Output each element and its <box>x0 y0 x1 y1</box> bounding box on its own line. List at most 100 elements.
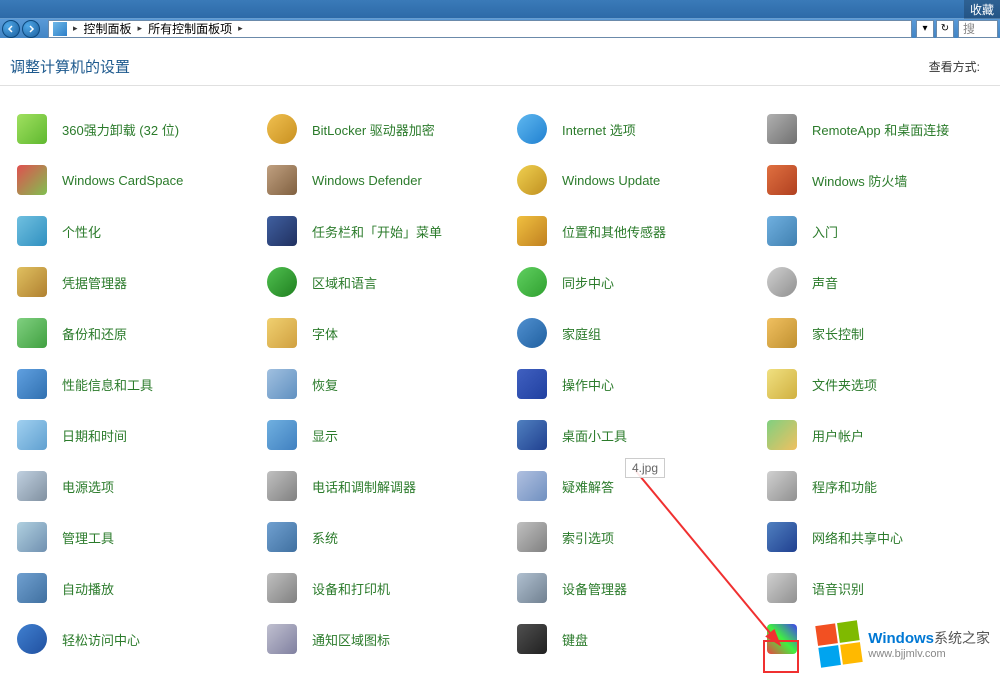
watermark: Windows系统之家 www.bjjmlv.com <box>818 623 990 665</box>
item-programs-features[interactable]: 程序和功能 <box>760 468 1000 504</box>
breadcrumb-bar[interactable]: ▸ 控制面板 ▸ 所有控制面板项 ▸ <box>48 20 912 38</box>
windows-logo-icon <box>816 620 863 667</box>
forward-button[interactable] <box>22 20 40 38</box>
item-sync-center[interactable]: 同步中心 <box>510 264 760 300</box>
item-cardspace[interactable]: Windows CardSpace <box>10 162 260 198</box>
item-cardspace-label: Windows CardSpace <box>62 173 183 188</box>
address-bar: ▸ 控制面板 ▸ 所有控制面板项 ▸ ▾ ↻ 搜 <box>0 18 1000 38</box>
item-gadgets[interactable]: 桌面小工具 <box>510 417 760 453</box>
item-backup-restore-icon <box>14 315 50 351</box>
search-input[interactable]: 搜 <box>958 20 998 38</box>
back-button[interactable] <box>2 20 20 38</box>
item-region-language-label: 区域和语言 <box>312 273 377 292</box>
item-speech-icon <box>764 570 800 606</box>
watermark-brand: Windows <box>868 630 934 647</box>
item-admin-tools[interactable]: 管理工具 <box>10 519 260 555</box>
item-display[interactable]: 显示 <box>260 417 510 453</box>
location-icon <box>53 22 67 36</box>
item-internet-options[interactable]: Internet 选项 <box>510 111 760 147</box>
item-sound[interactable]: 声音 <box>760 264 1000 300</box>
item-getting-started[interactable]: 入门 <box>760 213 1000 249</box>
item-credential-manager[interactable]: 凭据管理器 <box>10 264 260 300</box>
refresh-button[interactable]: ↻ <box>936 20 954 38</box>
address-dropdown-button[interactable]: ▾ <box>916 20 934 38</box>
item-location-sensors-label: 位置和其他传感器 <box>562 222 666 241</box>
item-recovery-label: 恢复 <box>312 375 338 394</box>
item-autoplay[interactable]: 自动播放 <box>10 570 260 606</box>
item-windows-update-label: Windows Update <box>562 173 660 188</box>
item-performance-label: 性能信息和工具 <box>62 375 153 394</box>
item-ease-of-access-label: 轻松访问中心 <box>62 630 140 649</box>
item-action-center[interactable]: 操作中心 <box>510 366 760 402</box>
item-system-label: 系统 <box>312 528 338 547</box>
item-region-language[interactable]: 区域和语言 <box>260 264 510 300</box>
item-phone-modem[interactable]: 电话和调制解调器 <box>260 468 510 504</box>
item-getting-started-label: 入门 <box>812 222 838 241</box>
favorites-button[interactable]: 收藏 <box>964 0 1000 19</box>
breadcrumb-all-items[interactable]: 所有控制面板项 <box>144 20 236 37</box>
breadcrumb-arrow-icon[interactable]: ▸ <box>136 23 145 34</box>
item-fonts-icon <box>264 315 300 351</box>
item-defender-label: Windows Defender <box>312 173 422 188</box>
item-network-sharing[interactable]: 网络和共享中心 <box>760 519 1000 555</box>
item-sync-center-icon <box>514 264 550 300</box>
breadcrumb-arrow-icon[interactable]: ▸ <box>236 23 245 34</box>
item-taskbar[interactable]: 任务栏和「开始」菜单 <box>260 213 510 249</box>
watermark-suffix: 系统之家 <box>934 630 990 646</box>
item-firewall[interactable]: Windows 防火墙 <box>760 162 1000 198</box>
item-folder-options[interactable]: 文件夹选项 <box>760 366 1000 402</box>
item-defender[interactable]: Windows Defender <box>260 162 510 198</box>
item-date-time[interactable]: 日期和时间 <box>10 417 260 453</box>
item-phone-modem-label: 电话和调制解调器 <box>312 477 416 496</box>
item-sync-center-label: 同步中心 <box>562 273 614 292</box>
item-power-options[interactable]: 电源选项 <box>10 468 260 504</box>
item-defender-icon <box>264 162 300 198</box>
item-system[interactable]: 系统 <box>260 519 510 555</box>
item-ease-of-access-icon <box>14 621 50 657</box>
item-360-uninstall-icon <box>14 111 50 147</box>
item-device-manager-label: 设备管理器 <box>562 579 627 598</box>
item-system-icon <box>264 519 300 555</box>
item-user-accounts-icon <box>764 417 800 453</box>
item-parental-controls-icon <box>764 315 800 351</box>
item-date-time-label: 日期和时间 <box>62 426 127 445</box>
item-location-sensors[interactable]: 位置和其他传感器 <box>510 213 760 249</box>
item-keyboard[interactable]: 键盘 <box>510 621 760 657</box>
item-notification-icons[interactable]: 通知区域图标 <box>260 621 510 657</box>
item-360-uninstall[interactable]: 360强力卸载 (32 位) <box>10 111 260 147</box>
item-recovery[interactable]: 恢复 <box>260 366 510 402</box>
item-remoteapp[interactable]: RemoteApp 和桌面连接 <box>760 111 1000 147</box>
item-devices-printers[interactable]: 设备和打印机 <box>260 570 510 606</box>
item-personalization-label: 个性化 <box>62 222 101 241</box>
item-autoplay-label: 自动播放 <box>62 579 114 598</box>
item-ease-of-access[interactable]: 轻松访问中心 <box>10 621 260 657</box>
item-gadgets-label: 桌面小工具 <box>562 426 627 445</box>
item-internet-options-icon <box>514 111 550 147</box>
view-mode-label[interactable]: 查看方式: <box>929 58 980 75</box>
item-indexing[interactable]: 索引选项 <box>510 519 760 555</box>
item-cardspace-icon <box>14 162 50 198</box>
breadcrumb-arrow-icon[interactable]: ▸ <box>71 23 80 34</box>
item-bitlocker[interactable]: BitLocker 驱动器加密 <box>260 111 510 147</box>
item-parental-controls[interactable]: 家长控制 <box>760 315 1000 351</box>
item-performance[interactable]: 性能信息和工具 <box>10 366 260 402</box>
item-autoplay-icon <box>14 570 50 606</box>
item-personalization-icon <box>14 213 50 249</box>
item-device-manager[interactable]: 设备管理器 <box>510 570 760 606</box>
item-homegroup[interactable]: 家庭组 <box>510 315 760 351</box>
item-user-accounts[interactable]: 用户帐户 <box>760 417 1000 453</box>
item-troubleshooting-label: 疑难解答 <box>562 477 614 496</box>
item-programs-features-label: 程序和功能 <box>812 477 877 496</box>
breadcrumb-control-panel[interactable]: 控制面板 <box>80 20 136 37</box>
item-personalization[interactable]: 个性化 <box>10 213 260 249</box>
item-notification-icons-label: 通知区域图标 <box>312 630 390 649</box>
item-programs-features-icon <box>764 468 800 504</box>
item-backup-restore[interactable]: 备份和还原 <box>10 315 260 351</box>
item-keyboard-icon <box>514 621 550 657</box>
item-homegroup-icon <box>514 315 550 351</box>
item-taskbar-label: 任务栏和「开始」菜单 <box>312 222 442 241</box>
item-sound-label: 声音 <box>812 273 838 292</box>
item-windows-update[interactable]: Windows Update <box>510 162 760 198</box>
item-speech[interactable]: 语音识别 <box>760 570 1000 606</box>
item-fonts[interactable]: 字体 <box>260 315 510 351</box>
